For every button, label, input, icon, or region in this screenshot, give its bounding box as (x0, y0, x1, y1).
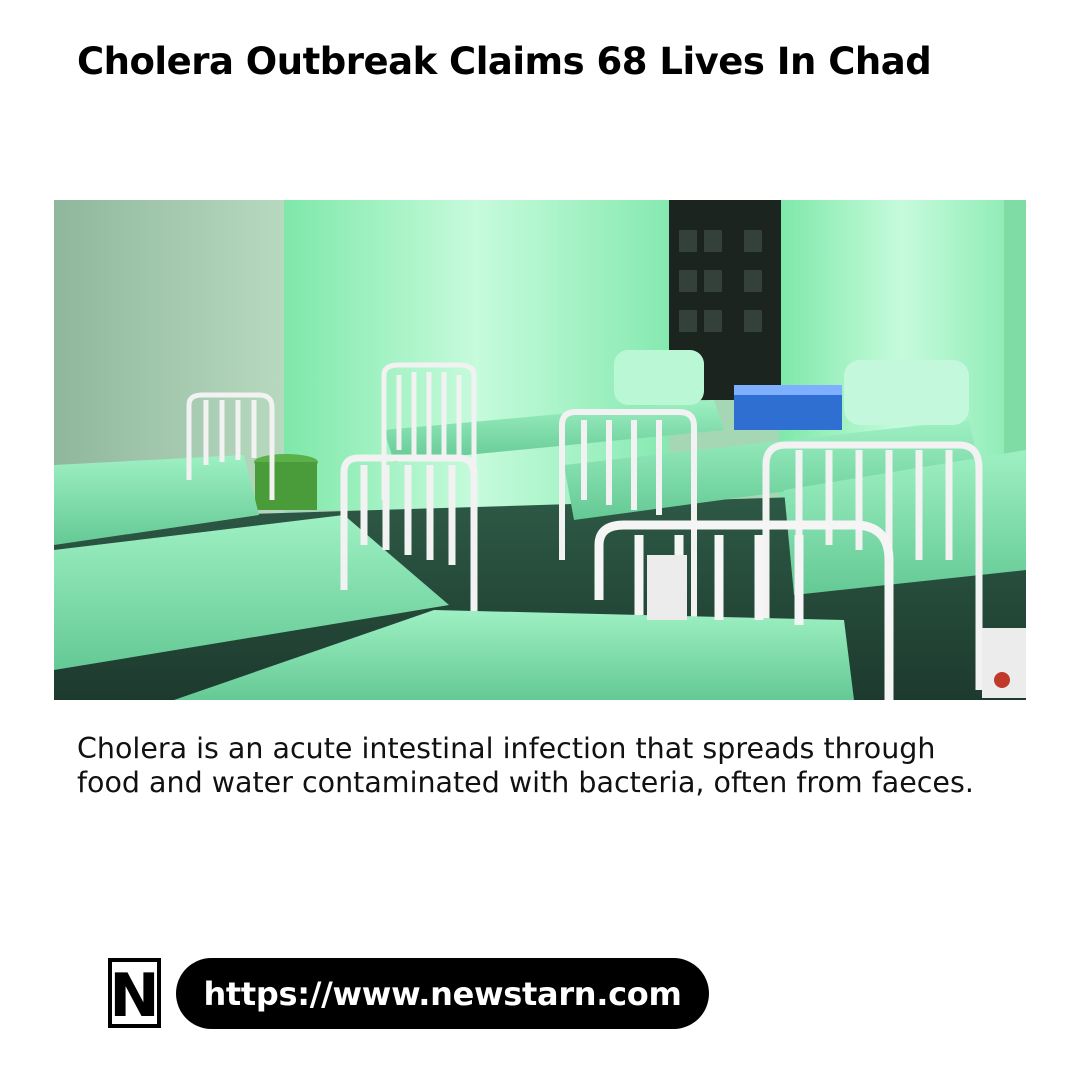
website-url-button[interactable]: https://www.newstarn.com (176, 958, 709, 1029)
logo-letter: N (109, 961, 159, 1028)
article-caption: Cholera is an acute intestinal infection… (77, 732, 974, 799)
headline: Cholera Outbreak Claims 68 Lives In Chad (77, 40, 932, 83)
newstarn-logo[interactable]: N (108, 958, 161, 1028)
website-url: https://www.newstarn.com (203, 974, 682, 1013)
hospital-ward-photo (54, 200, 1026, 700)
